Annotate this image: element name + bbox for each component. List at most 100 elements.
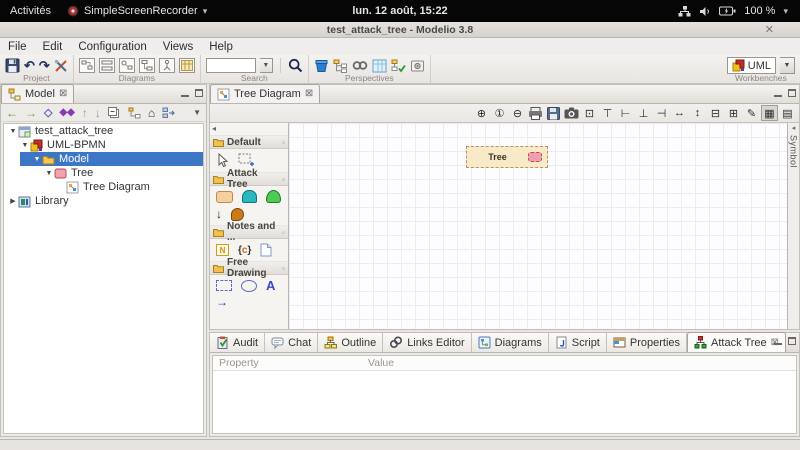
operator-node-tool[interactable]	[231, 208, 244, 221]
tree-row-library[interactable]: ▶ Library	[4, 194, 203, 208]
menu-edit[interactable]: Edit	[35, 40, 71, 54]
search-icon[interactable]	[288, 58, 303, 73]
select-cursor-tool[interactable]	[216, 153, 229, 168]
line-tool[interactable]: →	[216, 296, 282, 308]
activities-button[interactable]: Activités	[10, 5, 51, 17]
align-left-icon[interactable]: ⊢	[617, 105, 634, 121]
expander-icon[interactable]: ▼	[20, 142, 30, 149]
window-close-icon[interactable]: ✕	[765, 23, 774, 36]
minimize-editor-icon[interactable]	[774, 95, 782, 97]
minimize-bottom-panel-icon[interactable]	[774, 343, 782, 345]
or-node-tool[interactable]	[266, 190, 281, 203]
symbol-panel-collapsed[interactable]: ◂ Symbol	[787, 123, 799, 329]
grid-toggle-icon[interactable]: ▦	[761, 105, 778, 121]
perspective-bucket-icon[interactable]	[314, 59, 329, 73]
tab-attack-tree[interactable]: Attack Tree ⊠	[687, 332, 787, 352]
note-tool[interactable]: N	[216, 244, 229, 256]
canvas-tree-node[interactable]: Tree	[466, 146, 548, 168]
maximize-editor-icon[interactable]	[788, 89, 796, 97]
move-down-icon[interactable]: ↓	[95, 107, 101, 119]
palette-header-attack-tree[interactable]: Attack Tree ◦	[210, 168, 288, 190]
editor-tab-close-icon[interactable]: ⊠	[305, 89, 313, 99]
perspective-checked-tree-icon[interactable]	[391, 59, 406, 73]
pin-icon[interactable]: ◦	[282, 175, 285, 184]
search-input[interactable]	[205, 58, 256, 73]
diagram-1-icon[interactable]	[78, 58, 95, 73]
view-menu-icon[interactable]: ▼	[193, 107, 201, 119]
align-bottom-icon[interactable]: ⊥	[635, 105, 652, 121]
zoom-out-icon[interactable]: ⊖	[509, 105, 526, 121]
column-property[interactable]: Property	[213, 357, 368, 369]
search-history-dropdown[interactable]: ▼	[259, 58, 273, 73]
menu-file[interactable]: File	[0, 40, 35, 54]
ellipse-tool[interactable]	[241, 279, 257, 292]
zoom-in-icon[interactable]: ⊕	[473, 105, 490, 121]
model-tab-close-icon[interactable]: ⊠	[59, 89, 67, 99]
print-icon[interactable]	[527, 105, 544, 121]
diagram-5-icon[interactable]	[158, 58, 175, 73]
tab-audit[interactable]: Audit	[210, 333, 266, 352]
menu-configuration[interactable]: Configuration	[70, 40, 154, 54]
expander-icon[interactable]: ▼	[8, 128, 18, 135]
diamond-solid-icon[interactable]: ◆◆	[59, 107, 74, 119]
minimize-panel-icon[interactable]	[181, 95, 189, 97]
collapse-all-icon[interactable]	[107, 106, 121, 119]
tree-row-model[interactable]: ▼ Model	[4, 152, 203, 166]
text-tool[interactable]: A	[266, 279, 275, 292]
forward-icon[interactable]: →	[25, 107, 37, 119]
pin-icon[interactable]: ◦	[282, 228, 285, 237]
expand-icon[interactable]: ⊞	[725, 105, 742, 121]
palette-header-default[interactable]: Default ◦	[210, 135, 288, 149]
pin-icon[interactable]: ◦	[282, 264, 285, 273]
save-icon[interactable]	[5, 58, 20, 73]
tree-row-tree-diagram[interactable]: Tree Diagram	[4, 180, 203, 194]
save-diagram-icon[interactable]	[545, 105, 562, 121]
expander-icon[interactable]: ▼	[32, 156, 42, 163]
perspective-box-icon[interactable]	[410, 59, 425, 73]
expander-icon[interactable]: ▼	[44, 170, 54, 177]
palette-header-free-drawing[interactable]: Free Drawing ◦	[210, 257, 288, 279]
maximize-panel-icon[interactable]	[195, 89, 203, 97]
collapse-icon[interactable]: ⊟	[707, 105, 724, 121]
menu-views[interactable]: Views	[155, 40, 201, 54]
align-right-icon[interactable]: ⊣	[653, 105, 670, 121]
tab-outline[interactable]: Outline	[318, 333, 384, 352]
page-layout-icon[interactable]: ▤	[779, 105, 796, 121]
zoom-actual-icon[interactable]: ①	[491, 105, 508, 121]
undo-icon[interactable]: ↶	[24, 59, 35, 72]
expander-icon[interactable]: ▶	[8, 197, 18, 205]
app-indicator[interactable]: SimpleScreenRecorder ▾	[67, 5, 207, 17]
palette-collapse-icon[interactable]: ◂	[210, 123, 288, 135]
tab-diagrams[interactable]: Diagrams	[471, 333, 549, 352]
tools-icon[interactable]	[54, 59, 68, 73]
and-node-tool[interactable]	[242, 190, 257, 203]
snapshot-icon[interactable]	[563, 105, 580, 121]
pin-icon[interactable]: ◦	[282, 138, 285, 147]
tree-node-tool[interactable]	[216, 190, 233, 203]
tab-chat[interactable]: Chat	[265, 333, 319, 352]
same-height-icon[interactable]: ↕	[689, 105, 706, 121]
palette-header-notes[interactable]: Notes and ... ◦	[210, 221, 288, 243]
tab-links-editor[interactable]: Links Editor	[383, 333, 472, 352]
diagram-3-icon[interactable]	[118, 58, 135, 73]
tab-model[interactable]: Model ⊠	[1, 84, 75, 103]
tab-tree-diagram[interactable]: Tree Diagram ⊠	[210, 84, 321, 103]
diagram-2-icon[interactable]	[98, 58, 115, 73]
select-area-icon[interactable]: ⊡	[581, 105, 598, 121]
tree-row-project[interactable]: ▼ test_attack_tree	[4, 124, 203, 138]
link-arrow-tool[interactable]: ↓	[216, 208, 222, 221]
expand-symbol-icon[interactable]: ◂	[792, 124, 796, 132]
diamond-outline-icon[interactable]: ◇	[44, 107, 52, 119]
perspective-hierarchy-icon[interactable]	[333, 59, 348, 73]
diagram-6-icon[interactable]	[178, 58, 195, 73]
diagram-canvas[interactable]: Tree	[289, 123, 787, 329]
menu-help[interactable]: Help	[201, 40, 241, 54]
rectangle-tool[interactable]	[216, 280, 232, 291]
perspective-table-icon[interactable]	[372, 59, 387, 73]
tab-script[interactable]: Script	[548, 333, 607, 352]
redo-icon[interactable]: ↷	[39, 59, 50, 72]
align-top-icon[interactable]: ⊤	[599, 105, 616, 121]
column-value[interactable]: Value	[368, 357, 394, 369]
tree-row-uml-bpmn[interactable]: ▼ UML-BPMN	[4, 138, 203, 152]
tree-row-tree[interactable]: ▼ Tree	[4, 166, 203, 180]
